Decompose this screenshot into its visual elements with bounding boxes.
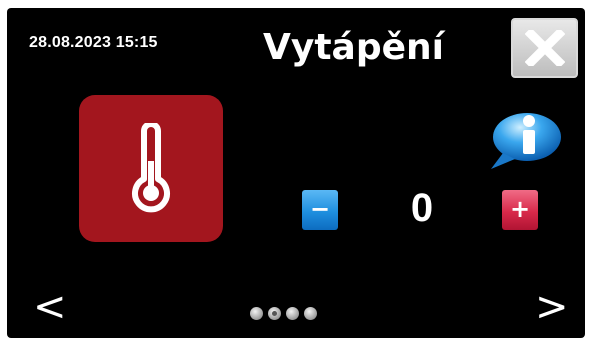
prev-page-button[interactable]: < <box>33 285 67 329</box>
decrease-button[interactable]: − <box>302 190 338 230</box>
info-button[interactable] <box>485 109 563 173</box>
page-dot-active[interactable] <box>268 307 281 320</box>
page-dot[interactable] <box>304 307 317 320</box>
value-display: 0 <box>410 186 434 230</box>
page-indicator <box>250 307 322 321</box>
datetime: 28.08.2023 15:15 <box>29 34 158 51</box>
close-button[interactable] <box>511 18 578 78</box>
close-icon <box>525 30 565 66</box>
info-bubble-icon <box>491 113 561 169</box>
page-dot[interactable] <box>286 307 299 320</box>
screen: 28.08.2023 15:15 Vytápění − 0 + < > <box>7 8 585 338</box>
next-page-button[interactable]: > <box>535 285 569 329</box>
heating-tile[interactable] <box>79 95 223 242</box>
plus-label: + <box>509 195 531 223</box>
minus-label: − <box>309 195 331 223</box>
increase-button[interactable]: + <box>502 190 538 230</box>
page-dot[interactable] <box>250 307 263 320</box>
page-title: Vytápění <box>263 27 444 68</box>
thermometer-icon <box>132 123 170 213</box>
